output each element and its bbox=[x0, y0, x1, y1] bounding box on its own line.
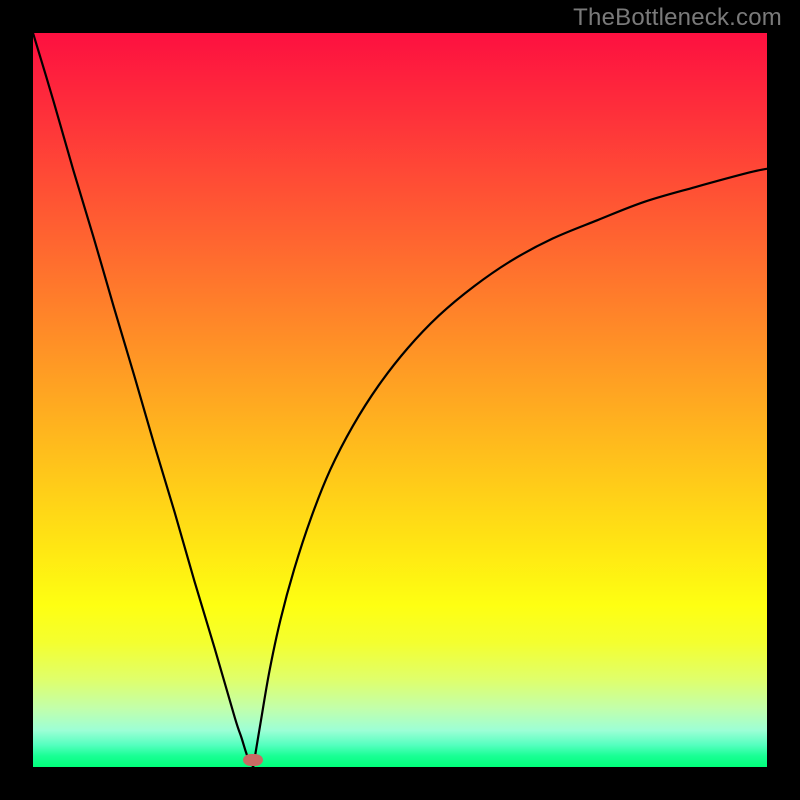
minimum-marker bbox=[243, 754, 263, 766]
plot-area bbox=[33, 33, 767, 767]
watermark-text: TheBottleneck.com bbox=[573, 4, 782, 32]
chart-frame: TheBottleneck.com bbox=[0, 0, 800, 800]
curve-path bbox=[33, 33, 767, 767]
bottleneck-curve bbox=[33, 33, 767, 767]
